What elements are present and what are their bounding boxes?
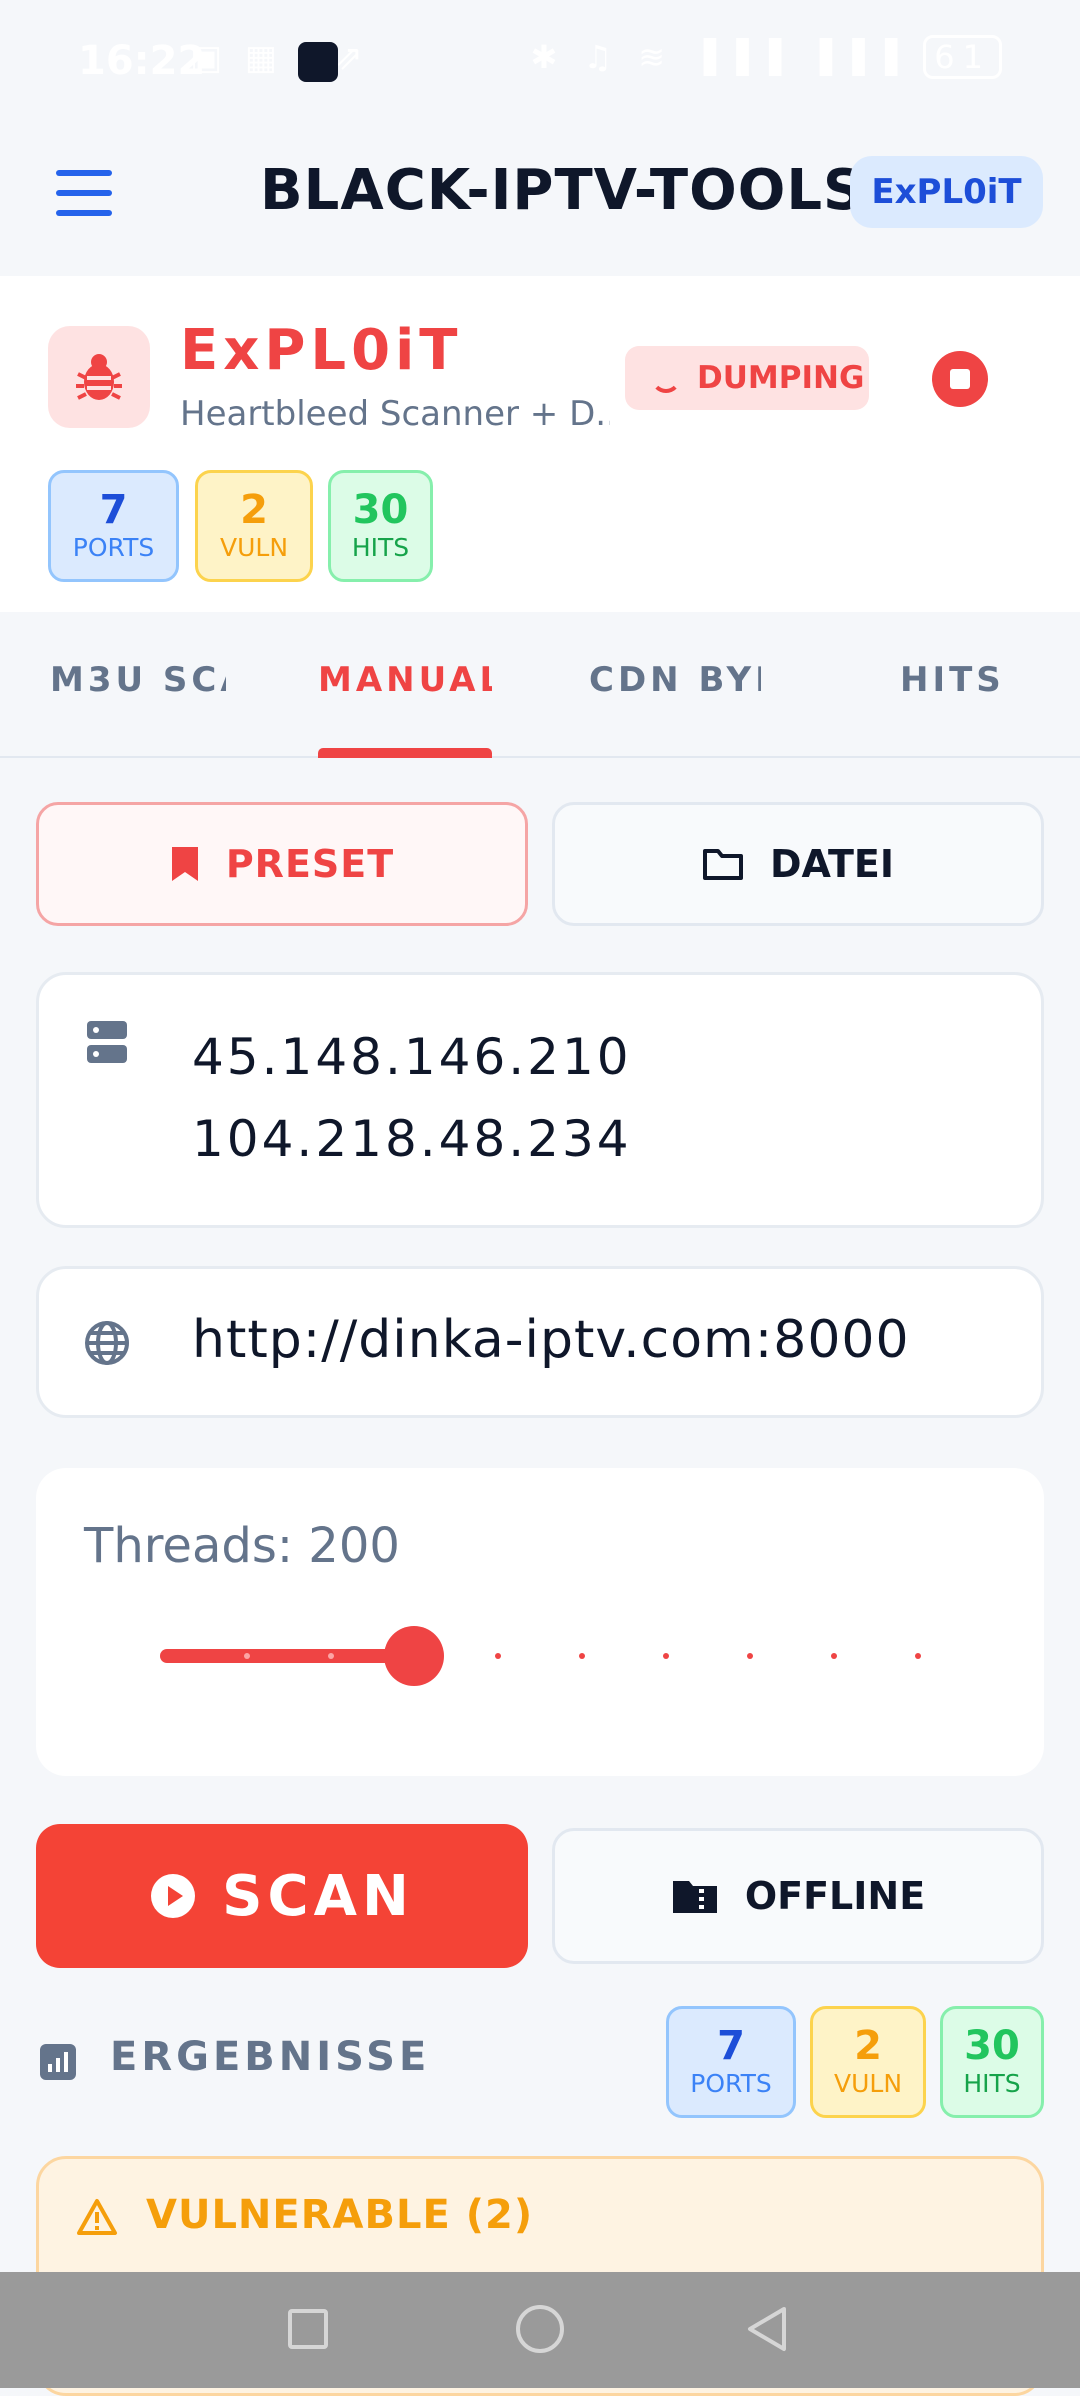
slider-tick	[663, 1653, 669, 1659]
slider-tick	[747, 1653, 753, 1659]
status-notification-icons: ▣ ▦ ⇗⇗	[190, 38, 369, 78]
slider-tick	[915, 1653, 921, 1659]
stat-value: 2	[240, 487, 268, 533]
status-badge: DUMPING	[625, 346, 869, 410]
folder-zip-icon	[672, 1881, 717, 1913]
status-time: 16:22	[78, 38, 206, 84]
stat-value: 7	[717, 2023, 745, 2069]
stat-value: 7	[99, 487, 128, 533]
slider-tick	[244, 1653, 250, 1659]
app-title: BLACK-IPTV-TOOLS	[260, 158, 865, 223]
vulnerable-title: VULNERABLE (2)	[146, 2192, 534, 2238]
status-badge-label: DUMPING	[697, 360, 865, 396]
ip-line: 45.148.146.210	[192, 1028, 632, 1086]
slider-tick	[328, 1653, 334, 1659]
stat-vuln: 2 VULN	[195, 470, 313, 582]
results-title: ERGEBNISSE	[110, 2034, 431, 2080]
play-circle-icon	[151, 1874, 196, 1918]
threads-slider-thumb[interactable]	[384, 1626, 444, 1686]
tab-hits[interactable]: HITS	[900, 660, 1005, 700]
stat-value: 30	[964, 2023, 1020, 2069]
threads-card	[36, 1468, 1044, 1776]
bookmark-icon	[171, 847, 198, 881]
slider-tick	[831, 1653, 837, 1659]
stat-label: VULN	[833, 2069, 903, 2098]
stat-label: HITS	[963, 2069, 1021, 2098]
tab-manual[interactable]: MANUAL	[318, 660, 492, 700]
scan-button-label: SCAN	[222, 1863, 414, 1929]
exploit-name: ExPL0iT	[180, 318, 463, 383]
file-button[interactable]: DATEI	[552, 802, 1044, 926]
back-button[interactable]	[744, 2305, 790, 2357]
system-icons: ✱ ♫ ≋ ▐▐▐ ▐▐▐	[530, 38, 906, 76]
stop-icon	[950, 369, 970, 389]
result-stat-ports: 7 PORTS	[666, 2006, 796, 2118]
globe-icon	[84, 1320, 130, 1370]
stat-label: PORTS	[690, 2069, 772, 2098]
recents-button[interactable]	[288, 2309, 328, 2349]
slider-tick	[579, 1653, 585, 1659]
slider-tick	[495, 1653, 501, 1659]
ip-list-input[interactable]	[36, 972, 1044, 1228]
menu-icon[interactable]	[56, 170, 112, 216]
bug-icon	[48, 326, 150, 428]
preset-button[interactable]: PRESET	[36, 802, 528, 926]
threads-label: Threads: 200	[84, 1518, 400, 1574]
file-button-label: DATEI	[769, 842, 895, 886]
active-tab-indicator	[318, 748, 492, 758]
stat-label: PORTS	[72, 533, 155, 562]
tab-m3u-scan[interactable]: M3U SCA	[50, 660, 226, 700]
offline-button-label: OFFLINE	[744, 1874, 926, 1918]
scan-button[interactable]: SCAN	[36, 1824, 528, 1968]
home-button[interactable]	[516, 2305, 564, 2353]
result-stat-vuln: 2 VULN	[810, 2006, 926, 2118]
exploit-subtitle: Heartbleed Scanner + D...	[180, 394, 610, 434]
spinner-icon	[651, 363, 681, 393]
preset-button-label: PRESET	[225, 842, 395, 886]
threads-slider-track[interactable]	[160, 1649, 416, 1663]
stat-hits: 30 HITS	[328, 470, 433, 582]
stat-ports: 7 PORTS	[48, 470, 179, 582]
result-stat-hits: 30 HITS	[940, 2006, 1044, 2118]
status-system-icons: ✱ ♫ ≋ ▐▐▐ ▐▐▐ 61	[530, 35, 1002, 79]
stop-button[interactable]	[932, 351, 988, 407]
stat-value: 2	[854, 2023, 882, 2069]
stat-value: 30	[352, 487, 409, 533]
mode-chip[interactable]: ExPL0iT	[850, 156, 1043, 228]
offline-button[interactable]: OFFLINE	[552, 1828, 1044, 1964]
battery-level: 61	[923, 35, 1002, 79]
app-notification-icon	[298, 42, 338, 82]
back-icon	[748, 2307, 786, 2351]
folder-icon	[702, 849, 743, 880]
chart-icon	[40, 2044, 76, 2080]
tab-cdn-bypass[interactable]: CDN BYP	[589, 660, 761, 700]
stat-label: VULN	[219, 533, 289, 562]
warning-icon	[76, 2198, 118, 2240]
url-value: http://dinka-iptv.com:8000	[192, 1310, 910, 1370]
stat-label: HITS	[351, 533, 410, 562]
server-icon	[86, 1020, 128, 1068]
ip-line: 104.218.48.234	[192, 1110, 632, 1168]
